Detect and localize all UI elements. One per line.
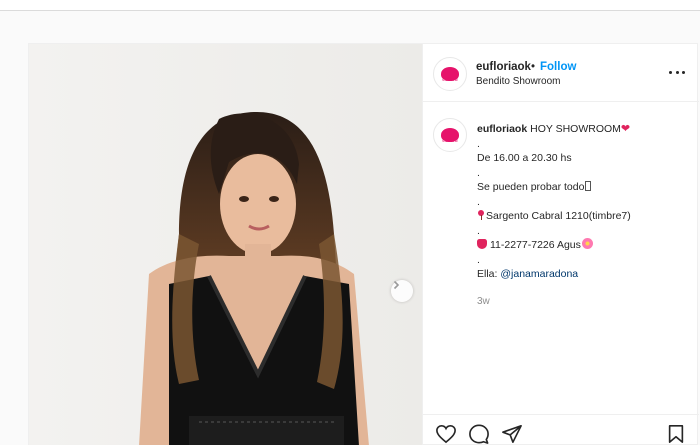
heart-icon[interactable] <box>435 424 457 444</box>
avatar[interactable]: euflora <box>433 57 467 91</box>
missing-glyph-icon <box>585 181 592 191</box>
caption-try-on: Se pueden probar todo <box>477 181 585 193</box>
post-timestamp[interactable]: 3w <box>477 296 490 307</box>
location-link[interactable]: Bendito Showroom <box>476 76 561 87</box>
pin-emoji-icon <box>477 210 485 220</box>
post-photo <box>29 44 422 445</box>
username-link[interactable]: eufloriaok <box>476 61 531 73</box>
bookmark-icon[interactable] <box>667 424 685 444</box>
caption-dot: . <box>477 253 480 266</box>
next-image-button[interactable] <box>391 280 413 302</box>
dot-icon <box>675 70 679 74</box>
caption-address: Sargento Cabral 1210(timbre7) <box>486 210 631 222</box>
caption-try-on-line: Se pueden probar todo <box>477 180 692 195</box>
caption-title-line: eufloriaok HOY SHOWROOM❤ <box>477 122 692 137</box>
caption-schedule: De 16.00 a 20.30 hs <box>477 152 572 164</box>
dot-icon <box>669 70 672 74</box>
post-sidebar: euflora eufloriaok • Follow Bendito Show… <box>422 44 699 445</box>
chevron-right-icon <box>393 280 400 290</box>
caption-model-label: Ella: <box>477 268 498 280</box>
top-navigation-bar <box>0 0 700 11</box>
caption-dot: . <box>477 166 480 179</box>
caption-dot: . <box>477 195 480 208</box>
action-bar <box>423 414 699 445</box>
caption-phone: 11-2277-7226 Agus <box>490 239 581 251</box>
caption-dot: . <box>477 224 480 237</box>
post-header: euflora eufloriaok • Follow Bendito Show… <box>423 44 699 102</box>
more-options-icon[interactable] <box>669 66 685 78</box>
comment-icon[interactable] <box>468 424 490 444</box>
caption-avatar[interactable]: euflora <box>433 118 467 152</box>
heart-emoji-icon: ❤ <box>620 123 631 135</box>
flower-emoji-icon <box>581 238 593 249</box>
caption-address-line: Sargento Cabral 1210(timbre7) <box>477 209 692 224</box>
caption-mention-line: Ella: @janamaradona <box>477 267 692 282</box>
caption-username[interactable]: eufloriaok <box>477 123 527 135</box>
separator-dot: • <box>531 61 536 73</box>
follow-button[interactable]: Follow <box>540 61 576 73</box>
paper-plane-icon[interactable] <box>501 424 523 444</box>
dot-icon <box>682 70 685 74</box>
caption-dot: . <box>477 137 480 150</box>
caption-phone-line: 11-2277-7226 Agus <box>477 238 692 253</box>
avatar-brand-text: euflora <box>442 138 458 144</box>
avatar-brand-text: euflora <box>442 77 458 83</box>
caption-title: HOY SHOWROOM <box>530 123 621 135</box>
mention-link[interactable]: @janamaradona <box>500 268 578 280</box>
phone-emoji-icon <box>477 239 487 249</box>
post-card: euflora eufloriaok • Follow Bendito Show… <box>28 43 699 445</box>
post-caption: eufloriaok HOY SHOWROOM❤ . De 16.00 a 20… <box>477 122 692 282</box>
post-image[interactable] <box>29 44 422 445</box>
